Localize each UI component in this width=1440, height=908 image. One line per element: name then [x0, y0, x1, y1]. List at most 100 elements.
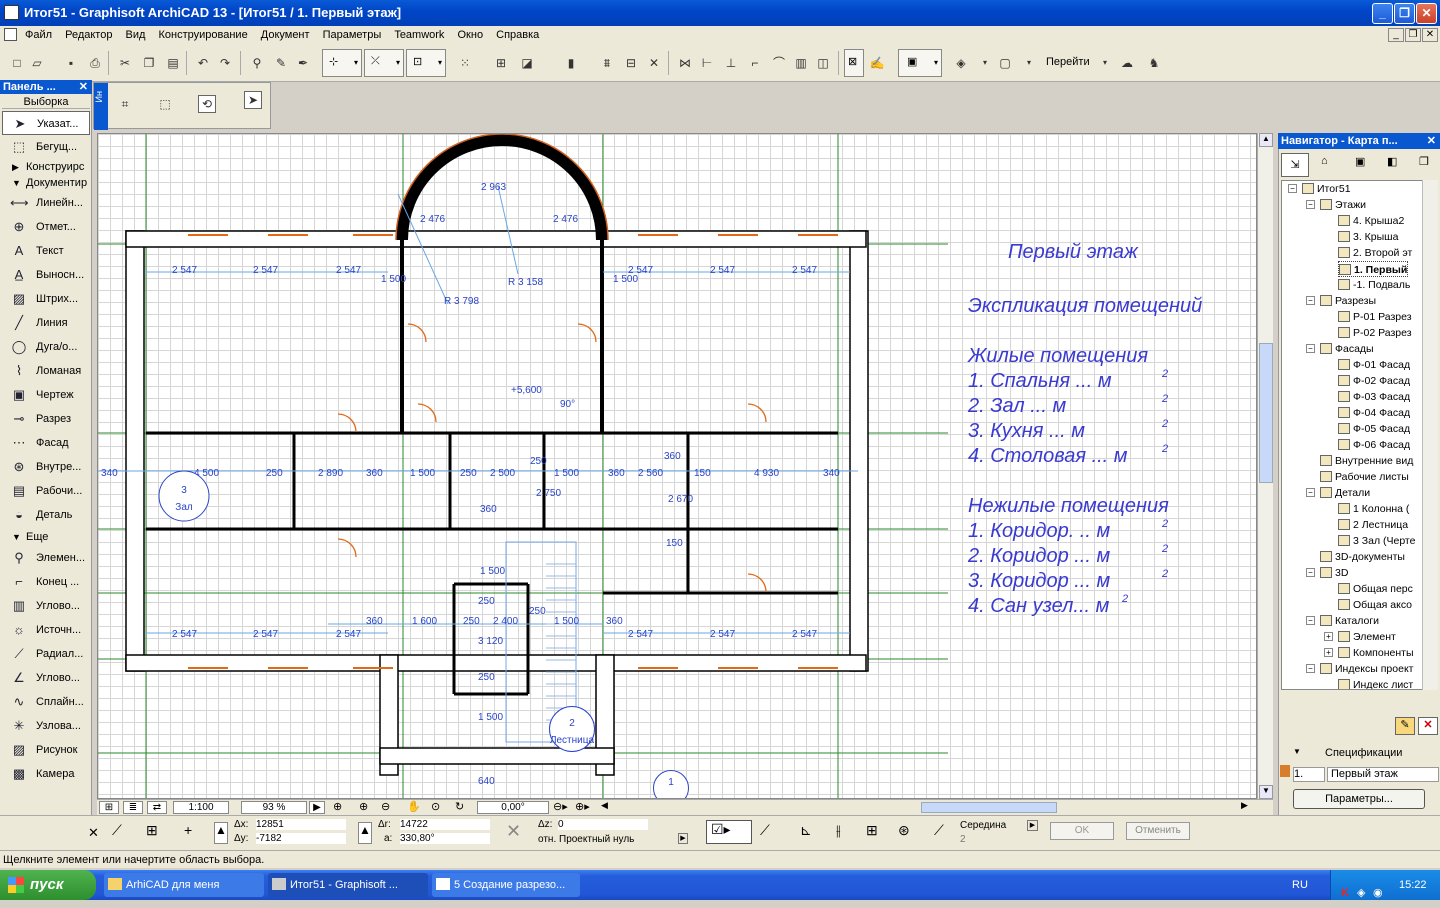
task-archicad[interactable]: Итог51 - Graphisoft ... — [268, 873, 428, 897]
tool-label[interactable]: A̲ Выносн... — [2, 263, 90, 287]
tree-toggle-icon[interactable]: − — [1306, 344, 1315, 353]
tree-item[interactable]: Ф-02 Фасад — [1338, 373, 1410, 389]
section-design[interactable]: ▶ Конструирс — [2, 160, 90, 174]
tool-worksheet[interactable]: ▤ Рабочи... — [2, 479, 90, 503]
menu-teamwork[interactable]: Teamwork — [389, 26, 449, 44]
polar-icon[interactable]: ▲ — [358, 822, 372, 844]
split-icon[interactable]: ⋈ — [676, 54, 694, 72]
tool-lamp[interactable]: ☼ Источн... — [2, 618, 90, 642]
delete-icon[interactable]: ✕ — [1418, 717, 1438, 735]
tree-item[interactable]: Ф-05 Фасад — [1338, 421, 1410, 437]
tree-toggle-icon[interactable]: − — [1306, 488, 1315, 497]
tool-linear-dimension[interactable]: ⟷ Линейн... — [2, 191, 90, 215]
tool-polyline[interactable]: ⌇ Ломаная — [2, 359, 90, 383]
offset-icon[interactable]: ▥ — [792, 54, 810, 72]
scroll-left-icon[interactable]: ◀ — [601, 800, 608, 811]
tree-toggle-icon[interactable]: − — [1306, 616, 1315, 625]
tree-item[interactable]: 2 Лестница — [1338, 517, 1408, 533]
layout-book-icon[interactable]: ▣ — [1355, 155, 1365, 168]
grid-lock-icon[interactable]: ⊞ — [146, 822, 158, 839]
tree-scrollbar[interactable] — [1422, 180, 1438, 690]
dz-field[interactable]: 0 — [558, 819, 648, 830]
section-more[interactable]: ▼ Еще — [2, 530, 90, 544]
tool-corner[interactable]: ▥ Углово... — [2, 594, 90, 618]
menu-design[interactable]: Конструирование — [154, 26, 253, 44]
tool-hotspot[interactable]: ✳ Узлова... — [2, 714, 90, 738]
tree-item[interactable]: 3. Крыша — [1338, 229, 1398, 245]
scroll-right-icon[interactable]: ▶ — [1241, 800, 1248, 811]
perpendicular-icon[interactable]: ⊾ — [800, 822, 812, 839]
scroll-up-icon[interactable]: ▲ — [1259, 133, 1273, 147]
language-indicator[interactable]: RU — [1292, 870, 1308, 900]
guide-dropdown[interactable]: ⤫ ▾ — [364, 49, 404, 77]
dx-field[interactable]: 12851 — [256, 819, 346, 830]
marquee-shape-icon[interactable]: ⬚ — [156, 95, 174, 113]
cut-icon[interactable]: ✂ — [116, 54, 134, 72]
dy-field[interactable]: -7182 — [256, 833, 346, 844]
tree-item[interactable]: Ф-04 Фасад — [1338, 405, 1410, 421]
tool-text[interactable]: A Текст — [2, 239, 90, 263]
tree-item[interactable]: Р-02 Разрез — [1338, 325, 1412, 341]
info-box-tab[interactable]: Ин — [94, 83, 108, 130]
view-mode-dropdown[interactable]: ▣ ▾ — [898, 49, 942, 77]
reference-dropdown-icon[interactable]: ▶ — [678, 833, 688, 844]
tree-item[interactable]: Ф-03 Фасад — [1338, 389, 1410, 405]
stairs-icon[interactable]: ⩩ — [598, 54, 616, 72]
menu-file[interactable]: Файл — [20, 26, 57, 44]
tree-toggle-icon[interactable]: − — [1288, 184, 1297, 193]
new-folder-icon[interactable]: ✎ — [1395, 717, 1415, 735]
tree-item[interactable]: Рабочие листы — [1320, 469, 1409, 485]
view-map-icon[interactable]: ⌂ — [1321, 155, 1328, 167]
grid-icon[interactable]: ⁙ — [456, 54, 474, 72]
restore-button[interactable]: ❐ — [1394, 3, 1415, 24]
paste-icon[interactable]: ▤ — [164, 54, 182, 72]
tree-item[interactable]: + Элемент — [1324, 629, 1396, 645]
tree-toggle-icon[interactable]: − — [1306, 200, 1315, 209]
tree-item[interactable]: -1. Подваль — [1338, 277, 1410, 293]
gravity-dropdown[interactable]: ⊡ ▾ — [406, 49, 446, 77]
menu-options[interactable]: Параметры — [318, 26, 387, 44]
trim-icon[interactable]: ⊞ — [492, 54, 510, 72]
tree-item[interactable]: Общая перс — [1338, 581, 1413, 597]
zoom-previous-icon[interactable]: ⊖▸ — [553, 800, 568, 813]
tool-section[interactable]: ⊸ Разрез — [2, 407, 90, 431]
tool-level-dimension[interactable]: ⊕ Отмет... — [2, 215, 90, 239]
document-icon[interactable] — [4, 28, 17, 41]
zoom-out-icon[interactable]: ⊖ — [381, 800, 390, 813]
doc-close-button[interactable]: ✕ — [1422, 28, 1438, 42]
undo-icon[interactable]: ↶ — [194, 54, 212, 72]
scale-field[interactable]: 1:100 — [173, 801, 229, 814]
midpoint-icon[interactable]: ⟋ — [934, 822, 944, 839]
scroll-down-icon[interactable]: ▼ — [1259, 785, 1273, 799]
delta-icon[interactable]: ▲ — [214, 822, 228, 844]
tool-marquee[interactable]: ⬚ Бегущ... — [2, 135, 90, 159]
wall-top-icon[interactable]: ⊥ — [722, 54, 740, 72]
adjust-icon[interactable]: ⊢ — [698, 54, 716, 72]
tray-network-icon[interactable]: ◉ — [1373, 878, 1383, 908]
tree-item[interactable]: 3D-документы — [1320, 549, 1405, 565]
curve-icon[interactable]: ⌒ — [770, 54, 788, 72]
save-icon[interactable]: ▪ — [62, 54, 80, 72]
doc-minimize-button[interactable]: _ — [1388, 28, 1404, 42]
tool-interior-elevation[interactable]: ⊛ Внутре... — [2, 455, 90, 479]
project-map-icon[interactable]: ⇲ — [1281, 153, 1309, 177]
zoom-field[interactable]: 93 % — [241, 801, 307, 814]
menu-help[interactable]: Справка — [491, 26, 544, 44]
cancel-button[interactable]: Отменить — [1126, 822, 1190, 840]
tree-item[interactable]: Ф-01 Фасад — [1338, 357, 1410, 373]
tree-item[interactable]: 1. Первый — [1338, 261, 1409, 277]
layout-dropdown-icon[interactable]: ▾ — [1020, 54, 1038, 72]
print-icon[interactable]: ⎙ — [86, 54, 104, 72]
fit-window-icon[interactable]: ⊙ — [431, 800, 440, 813]
grid-snap-dropdown[interactable]: ⊹ ▾ — [322, 49, 362, 77]
spec-number-field[interactable]: 1. — [1293, 767, 1325, 782]
cross-icon[interactable]: ✕ — [645, 54, 663, 72]
pan-icon[interactable]: ✋ — [407, 800, 421, 813]
tool-picture[interactable]: ▨ Рисунок — [2, 738, 90, 762]
zoom-in-icon[interactable]: ⊕ — [359, 800, 368, 813]
close-button[interactable]: ✕ — [1416, 3, 1437, 24]
delete-tool-icon[interactable]: ✕ — [88, 825, 99, 841]
pen-set-icon[interactable]: ⇄ — [147, 801, 167, 814]
rotate-view-icon[interactable]: ↻ — [455, 800, 464, 813]
tree-item[interactable]: Индекс лист — [1338, 677, 1413, 689]
